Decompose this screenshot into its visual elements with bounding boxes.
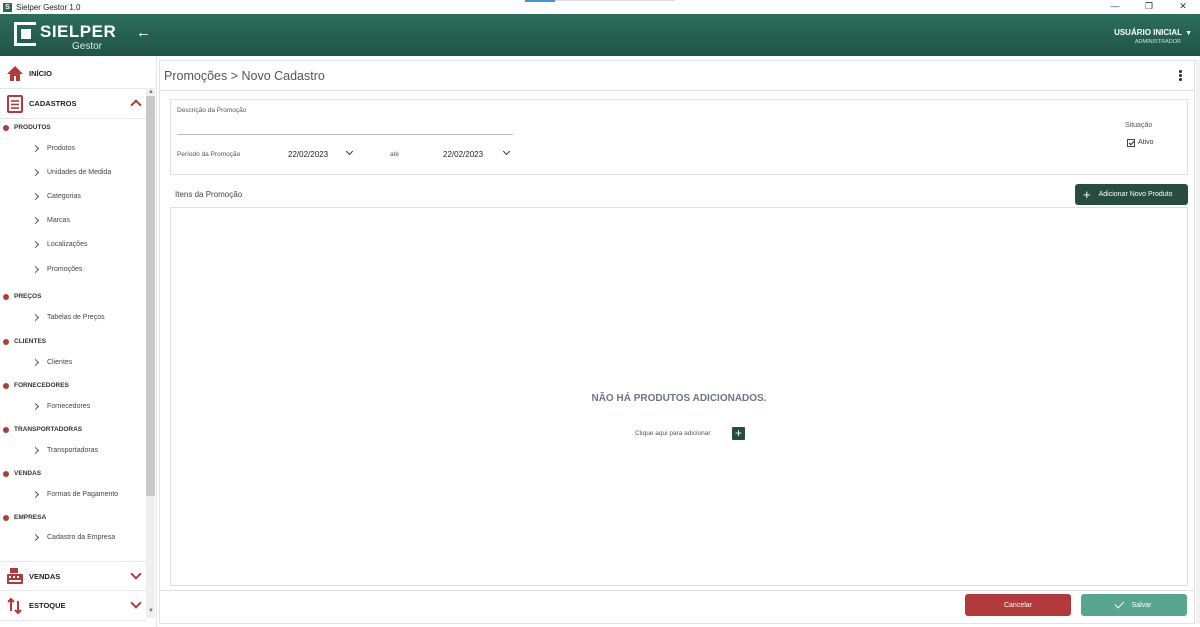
group-produtos: PRODUTOS bbox=[3, 124, 51, 131]
swap-arrows-icon bbox=[5, 596, 25, 616]
focus-indicator bbox=[525, 0, 555, 2]
promotion-form: Descrição da Promoção Período da Promoçã… bbox=[170, 99, 1188, 175]
sidebar-item-unidades[interactable]: Unidades de Medida bbox=[31, 168, 111, 177]
logo-mark-icon bbox=[14, 22, 36, 46]
sidebar-item-formas-pagamento[interactable]: Formas de Pagamento bbox=[31, 490, 118, 499]
group-precos: PREÇOS bbox=[3, 293, 41, 300]
app-header: SIELPER Gestor ← USUÁRIO INICIAL ▼ ADMINI… bbox=[0, 14, 1200, 56]
chevron-right-icon bbox=[31, 533, 40, 542]
situacao-label: Situação bbox=[1125, 122, 1153, 129]
items-list: NÃO HÁ PRODUTOS ADICIONADOS. Clique aqui… bbox=[170, 207, 1188, 586]
add-item-plus-icon[interactable]: + bbox=[732, 427, 745, 440]
chevron-down-icon[interactable] bbox=[130, 568, 142, 580]
description-input[interactable] bbox=[177, 134, 513, 135]
chevron-right-icon bbox=[31, 192, 40, 201]
sidebar-item-transportadoras[interactable]: Transportadoras bbox=[31, 446, 98, 455]
nav-inicio-label: INÍCIO bbox=[29, 69, 52, 78]
nav-cadastros-label: CADASTROS bbox=[29, 99, 77, 108]
user-name: USUÁRIO INICIAL bbox=[1114, 28, 1183, 37]
nav-estoque-label: ESTOQUE bbox=[29, 601, 66, 610]
ativo-label: Ativo bbox=[1138, 139, 1154, 146]
restore-button[interactable]: ❐ bbox=[1132, 0, 1166, 14]
group-empresa: EMPRESA bbox=[3, 514, 46, 521]
nav-inicio[interactable]: INÍCIO bbox=[0, 59, 146, 89]
chevron-right-icon bbox=[31, 168, 40, 177]
minimize-button[interactable]: — bbox=[1098, 0, 1132, 14]
logo-sub: Gestor bbox=[72, 41, 103, 52]
scroll-down-icon[interactable]: ▼ bbox=[148, 608, 154, 614]
sielper-logo: SIELPER Gestor bbox=[14, 20, 116, 52]
window-title: Sielper Gestor 1.0 bbox=[16, 2, 81, 12]
items-section-title: Itens da Promoção bbox=[175, 190, 243, 199]
page-title: Promoções > Novo Cadastro bbox=[164, 69, 325, 83]
home-icon bbox=[5, 64, 25, 84]
logo-name: SIELPER bbox=[40, 22, 117, 41]
nav-cadastros[interactable]: CADASTROS bbox=[0, 89, 146, 119]
chevron-right-icon bbox=[31, 240, 40, 249]
group-vendas: VENDAS bbox=[3, 470, 41, 477]
cash-register-icon bbox=[5, 566, 25, 586]
main-header: Promoções > Novo Cadastro bbox=[160, 61, 1194, 91]
sidebar-item-promocoes[interactable]: Promoções bbox=[31, 265, 82, 274]
group-fornecedores: FORNECEDORES bbox=[3, 382, 69, 389]
group-transportadoras: TRANSPORTADORAS bbox=[3, 426, 82, 433]
chevron-right-icon bbox=[31, 144, 40, 153]
save-label: Salvar bbox=[1131, 601, 1152, 609]
window-controls: — ❐ ✕ bbox=[1098, 0, 1200, 14]
scroll-up-icon[interactable]: ▲ bbox=[148, 89, 154, 95]
save-button[interactable]: Salvar bbox=[1081, 594, 1187, 616]
cancel-button[interactable]: Cancelar bbox=[965, 594, 1071, 616]
group-clientes: CLIENTES bbox=[3, 338, 46, 345]
app-icon: S bbox=[3, 2, 12, 12]
sidebar-item-categorias[interactable]: Categorias bbox=[31, 192, 81, 201]
sidebar-item-clientes[interactable]: Clientes bbox=[31, 358, 72, 367]
sidebar-scroll-thumb[interactable] bbox=[146, 96, 155, 496]
chevron-right-icon bbox=[31, 358, 40, 367]
sidebar-item-produtos[interactable]: Produtos bbox=[31, 144, 75, 153]
caret-down-icon: ▼ bbox=[1185, 30, 1192, 37]
nav-estoque[interactable]: ESTOQUE bbox=[0, 591, 146, 621]
sidebar-item-tabelas-precos[interactable]: Tabelas de Preços bbox=[31, 313, 105, 322]
chevron-right-icon bbox=[31, 446, 40, 455]
main-panel: Promoções > Novo Cadastro Descrição da P… bbox=[159, 60, 1195, 624]
end-date-picker[interactable]: 22/02/2023 bbox=[443, 150, 483, 159]
close-window-button[interactable]: ✕ bbox=[1166, 0, 1200, 14]
chevron-down-icon[interactable] bbox=[502, 147, 511, 156]
user-role: ADMINISTRADOR bbox=[1134, 39, 1181, 45]
sidebar: INÍCIO CADASTROS PRODUTOS Produtos Unida… bbox=[0, 56, 157, 627]
ativo-checkbox[interactable] bbox=[1127, 139, 1135, 147]
until-label: até bbox=[390, 151, 400, 158]
chevron-right-icon bbox=[31, 265, 40, 274]
window-titlebar: S Sielper Gestor 1.0 — ❐ ✕ bbox=[0, 0, 1200, 14]
chevron-up-icon[interactable] bbox=[130, 99, 142, 111]
sidebar-item-localizacoes[interactable]: Localizações bbox=[31, 240, 87, 249]
sidebar-item-marcas[interactable]: Marcas bbox=[31, 216, 70, 225]
more-vert-icon[interactable] bbox=[1179, 70, 1182, 82]
start-date-picker[interactable]: 22/02/2023 bbox=[288, 150, 328, 159]
chevron-right-icon bbox=[31, 490, 40, 499]
form-list-icon bbox=[5, 94, 25, 114]
chevron-right-icon bbox=[31, 313, 40, 322]
form-footer: Cancelar Salvar bbox=[160, 590, 1194, 623]
period-label: Período da Promoção bbox=[177, 151, 241, 158]
back-arrow-icon[interactable]: ← bbox=[136, 24, 151, 41]
main-scrollbar[interactable] bbox=[1196, 60, 1200, 624]
chevron-down-icon[interactable] bbox=[345, 147, 354, 156]
description-label: Descrição da Promoção bbox=[177, 107, 247, 114]
focus-indicator-track bbox=[555, 0, 675, 1]
add-product-label: Adicionar Novo Produto bbox=[1098, 191, 1173, 198]
sidebar-item-cadastro-empresa[interactable]: Cadastro da Empresa bbox=[31, 533, 115, 542]
chevron-right-icon bbox=[31, 402, 40, 411]
check-icon bbox=[1114, 598, 1125, 609]
chevron-down-icon[interactable] bbox=[130, 597, 142, 609]
plus-icon: + bbox=[1083, 187, 1091, 202]
empty-state-title: NÃO HÁ PRODUTOS ADICIONADOS. bbox=[591, 393, 767, 404]
chevron-right-icon bbox=[31, 216, 40, 225]
nav-vendas[interactable]: VENDAS bbox=[0, 561, 146, 591]
nav-vendas-label: VENDAS bbox=[29, 571, 61, 581]
user-menu[interactable]: USUÁRIO INICIAL ▼ ADMINISTRADOR bbox=[1114, 28, 1192, 45]
sidebar-item-fornecedores[interactable]: Fornecedores bbox=[31, 402, 90, 411]
add-product-button[interactable]: + Adicionar Novo Produto bbox=[1075, 184, 1188, 205]
empty-state-hint[interactable]: Clique aqui para adicionar bbox=[635, 430, 711, 437]
